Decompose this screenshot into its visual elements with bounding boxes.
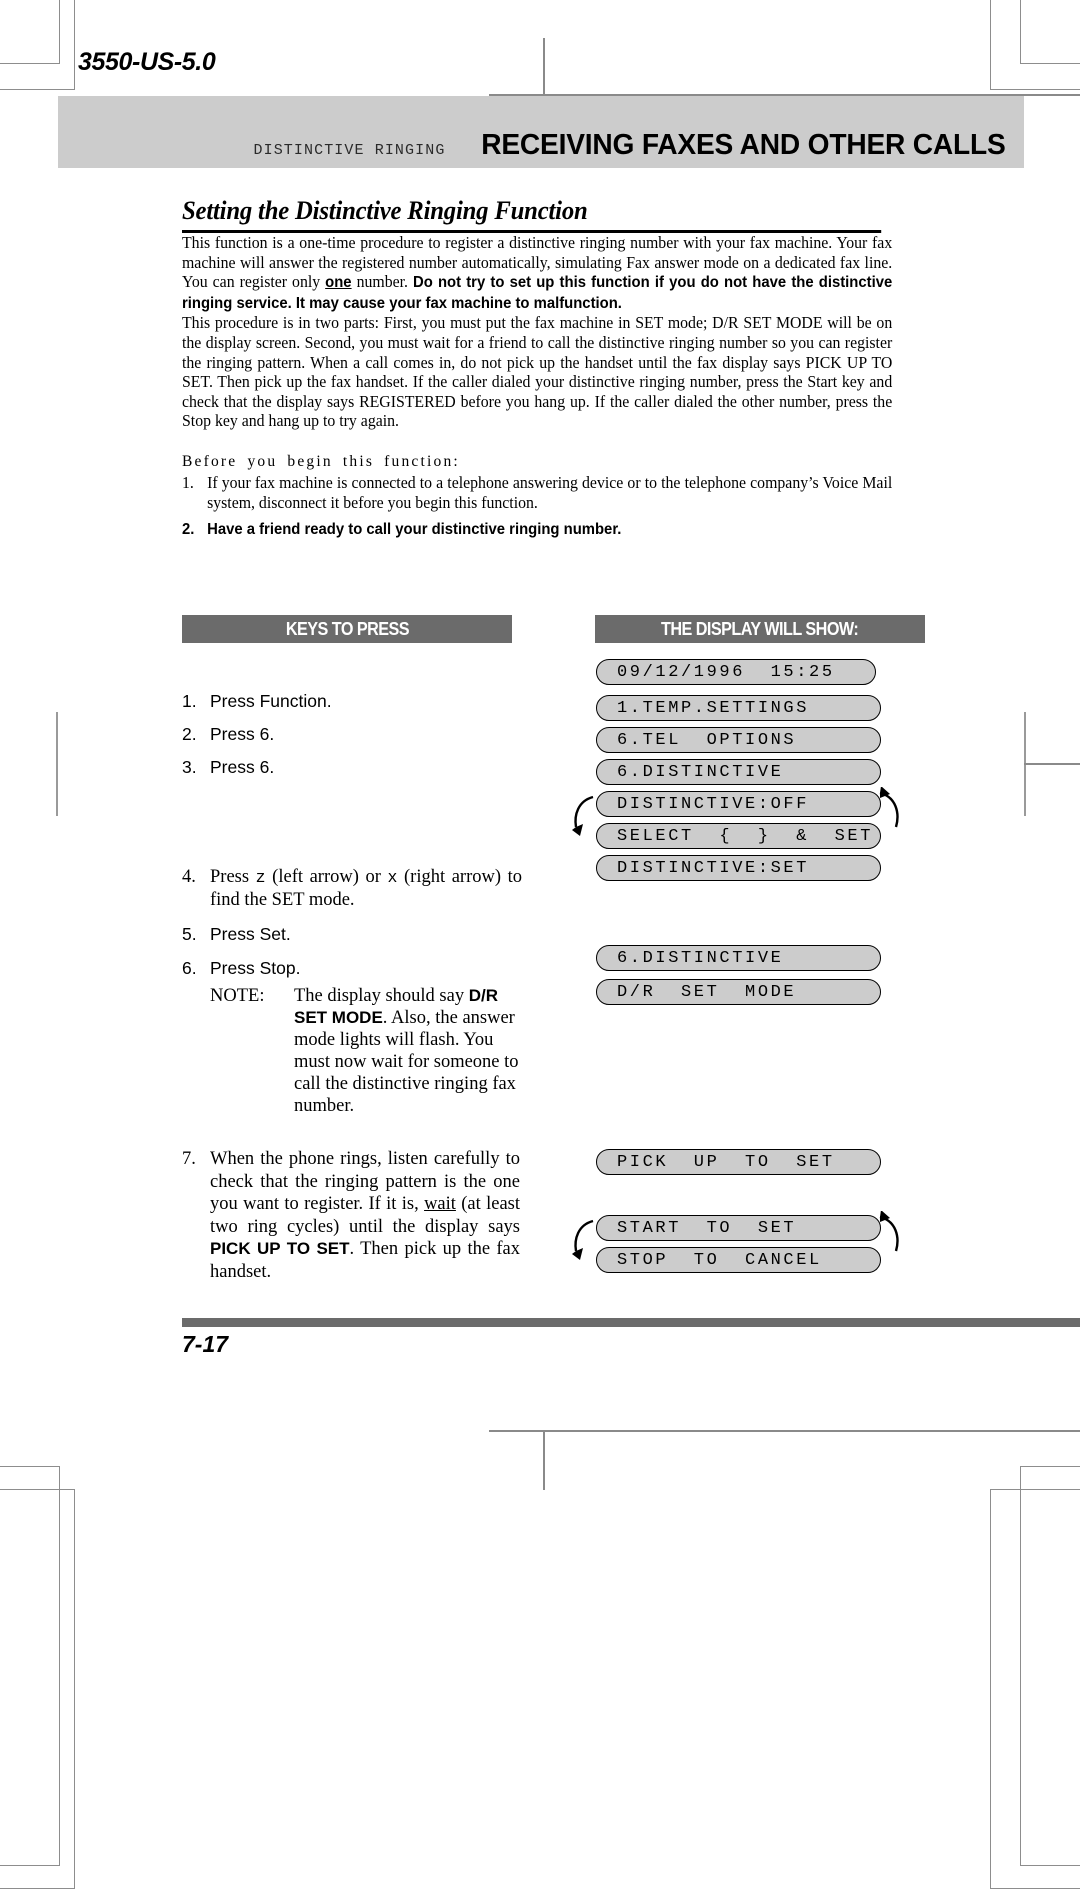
step-text: Press 6. <box>210 724 275 744</box>
alternation-arrow-right-group-1 <box>876 787 908 853</box>
alternation-arrow-right-group-2 <box>876 1211 908 1277</box>
display-distinctive-off: DISTINCTIVE:OFF <box>596 791 881 817</box>
procedure-table: KEYS TO PRESS THE DISPLAY WILL SHOW: <box>182 615 925 643</box>
display-distinctive-menu-2: 6.DISTINCTIVE <box>596 945 881 971</box>
note-label: NOTE: <box>210 986 265 1006</box>
registration-mark-right-horizontal <box>1024 763 1080 765</box>
step-text-mid: (left arrow) or <box>265 867 388 887</box>
page-title: RECEIVING FAXES AND OTHER CALLS <box>481 129 1007 161</box>
step7-bold: PICK UP TO SET <box>210 1239 350 1258</box>
key-left-arrow: z <box>255 868 266 887</box>
step-number: 7. <box>182 1149 196 1169</box>
alternation-arrow-left-group-1 <box>566 789 598 855</box>
display-start-to-set: START TO SET <box>596 1215 881 1241</box>
content-column: Setting the Distinctive Ringing Function… <box>182 196 918 540</box>
registration-mark-top-center <box>543 38 545 96</box>
step-number: 4. <box>182 867 196 887</box>
list-item-number: 2. <box>182 521 195 539</box>
page-number: 7-17 <box>182 1331 229 1357</box>
step-number: 5. <box>182 924 197 944</box>
registration-mark-left-vertical <box>56 712 58 816</box>
display-stop-to-cancel: STOP TO CANCEL <box>596 1247 881 1273</box>
list-item: 2. Have a friend ready to call your disti… <box>182 520 892 540</box>
note-text: The display should say D/R SET MODE. Als… <box>294 985 527 1117</box>
before-you-begin-label: Before you begin this function: <box>182 452 460 470</box>
list-item-number: 1. <box>182 472 194 492</box>
display-tel-options: 6.TEL OPTIONS <box>596 727 881 753</box>
document-code: 3550-US-5.0 <box>78 48 216 76</box>
footer-rule <box>182 1318 1080 1327</box>
list-item-text: Have a friend ready to call your distinc… <box>207 521 622 539</box>
step-6: 6. Press Stop. <box>182 957 527 979</box>
step-text: Press 6. <box>210 757 275 777</box>
step-number: 2. <box>182 724 197 744</box>
page-header-bar: DISTINCTIVE RINGING RECEIVING FAXES AND … <box>58 96 1024 168</box>
before-you-begin-list: 1. If your fax machine is connected to a … <box>182 473 918 540</box>
step-text: Press Function. <box>210 691 332 711</box>
display-temp-settings: 1.TEMP.SETTINGS <box>596 695 881 721</box>
step-text: Press Stop. <box>210 958 301 978</box>
step-7: 7. When the phone rings, listen carefully… <box>182 1148 520 1283</box>
section-title: Setting the Distinctive Ringing Function <box>182 196 882 233</box>
crop-box-right-inner <box>990 0 1080 90</box>
alternation-arrow-left-group-2 <box>566 1213 598 1279</box>
step7-underline-wait: wait <box>424 1194 456 1214</box>
column-header-display-label: THE DISPLAY WILL SHOW: <box>661 618 859 639</box>
display-datetime: 09/12/1996 15:25 <box>596 659 876 685</box>
step-5: 5. Press Set. <box>182 923 527 945</box>
step-2: 2. Press 6. <box>182 723 527 745</box>
intro-emphasis-one: one <box>325 274 352 292</box>
step-text: Press Set. <box>210 924 291 944</box>
step-number: 3. <box>182 757 197 777</box>
step-number: 6. <box>182 958 197 978</box>
crop-box-inner <box>0 0 75 90</box>
key-right-arrow: x <box>387 868 398 887</box>
note-text-before: The display should say <box>294 986 469 1006</box>
intro-paragraph: This function is a one-time procedure to… <box>182 233 892 313</box>
step-3: 3. Press 6. <box>182 756 527 778</box>
registration-mark-bottom-rule <box>489 1430 1080 1432</box>
column-header-display: THE DISPLAY WILL SHOW: <box>595 615 925 643</box>
keys-to-press-column: 1. Press Function. 2. Press 6. 3. Press 6. … <box>182 690 527 1117</box>
note-block: NOTE: The display should say D/R SET MOD… <box>210 985 527 1117</box>
column-header-keys: KEYS TO PRESS <box>182 615 512 643</box>
step-1: 1. Press Function. <box>182 690 527 712</box>
display-dr-set-mode: D/R SET MODE <box>596 979 881 1005</box>
procedure-paragraph: This procedure is in two parts: First, y… <box>182 313 893 431</box>
list-item: 1. If your fax machine is connected to a … <box>182 473 892 512</box>
registration-mark-bottom-center <box>543 1432 545 1490</box>
list-item-text: If your fax machine is connected to a te… <box>207 472 893 512</box>
step-4: 4. Press z (left arrow) or x (right arrow… <box>182 866 522 911</box>
display-distinctive-menu: 6.DISTINCTIVE <box>596 759 881 785</box>
intro-text-b: number. <box>351 272 413 292</box>
table-column-headers: KEYS TO PRESS THE DISPLAY WILL SHOW: <box>182 615 925 643</box>
header-section-label: DISTINCTIVE RINGING <box>253 142 446 159</box>
column-header-keys-label: KEYS TO PRESS <box>285 618 409 639</box>
display-pick-up-to-set: PICK UP TO SET <box>596 1149 881 1175</box>
crop-box-bottom-left-inner <box>0 1489 75 1889</box>
display-distinctive-set: DISTINCTIVE:SET <box>596 855 881 881</box>
display-select-and-set: SELECT { } & SET <box>596 823 881 849</box>
step-number: 1. <box>182 691 197 711</box>
step-text-before: Press <box>210 867 256 887</box>
crop-box-bottom-right-inner <box>990 1489 1080 1889</box>
